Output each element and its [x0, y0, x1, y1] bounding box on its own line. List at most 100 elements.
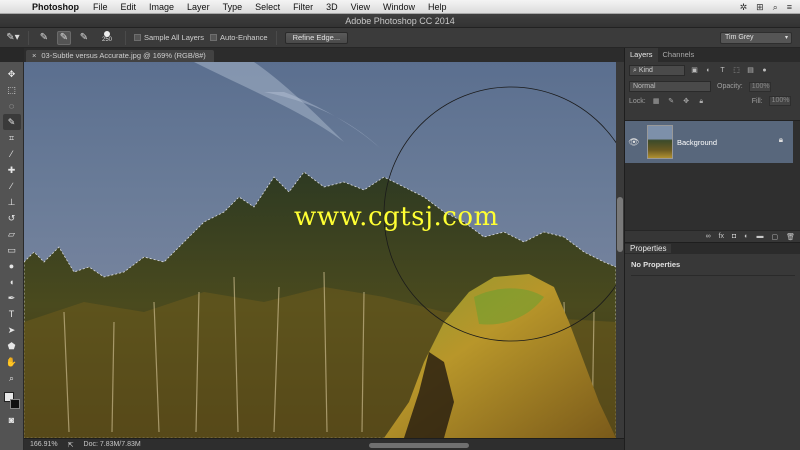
history-brush-tool-icon[interactable]: ↺: [3, 210, 21, 226]
shape-tool-icon[interactable]: ⬟: [3, 338, 21, 354]
eye-icon[interactable]: 👁︎: [625, 137, 643, 148]
menu-filter[interactable]: Filter: [293, 2, 313, 12]
marquee-tool-icon[interactable]: ⬚: [3, 82, 21, 98]
options-bar: ✎▾ ✎ ✎ ✎ 250 Sample All Layers Auto-Enha…: [0, 28, 800, 48]
menu-edit[interactable]: Edit: [121, 2, 137, 12]
menu-type[interactable]: Type: [223, 2, 243, 12]
right-panel-dock: Layers Channels ⌕ Kind ▣ ◐ T ⬚ ▤ ● Norma…: [624, 48, 800, 450]
path-selection-tool-icon[interactable]: ➤: [3, 322, 21, 338]
new-selection-icon[interactable]: ✎: [37, 31, 51, 45]
trash-icon[interactable]: 🗑︎: [786, 233, 795, 241]
doc-size[interactable]: Doc: 7.83M/7.83M: [84, 441, 141, 448]
menu-layer[interactable]: Layer: [187, 2, 210, 12]
window-title-bar: Adobe Photoshop CC 2014: [0, 14, 800, 28]
auto-enhance-checkbox[interactable]: Auto-Enhance: [210, 33, 268, 42]
fx-icon[interactable]: fx: [719, 233, 724, 240]
menu-status-area: ✲ ⊞ ⌕ ≡: [740, 0, 792, 14]
tab-properties[interactable]: Properties: [625, 244, 672, 253]
background-color-swatch[interactable]: [9, 399, 20, 409]
horizontal-scrollbar-thumb[interactable]: [369, 443, 469, 448]
lasso-tool-icon[interactable]: ◌: [3, 98, 21, 114]
quick-mask-icon[interactable]: ◙: [3, 412, 21, 428]
layers-panel-footer: ∞ fx ◘ ◐ ▬ ▢ 🗑︎: [625, 230, 800, 242]
menu-app-name[interactable]: Photoshop: [32, 2, 79, 12]
subtract-from-selection-icon[interactable]: ✎: [77, 31, 91, 45]
refine-edge-button[interactable]: Refine Edge...: [284, 31, 349, 44]
tab-layers[interactable]: Layers: [625, 48, 658, 62]
pen-tool-icon[interactable]: ✒: [3, 290, 21, 306]
shape-filter-icon[interactable]: ⬚: [732, 66, 741, 75]
menu-view[interactable]: View: [351, 2, 370, 12]
close-icon[interactable]: ×: [32, 50, 36, 62]
blend-row: Normal Opacity: 100%: [625, 79, 800, 94]
menu-file[interactable]: File: [93, 2, 108, 12]
mask-icon[interactable]: ◘: [732, 233, 736, 240]
type-filter-icon[interactable]: T: [718, 66, 727, 75]
share-icon[interactable]: ⇱: [68, 441, 74, 449]
move-tool-icon[interactable]: ✥: [3, 66, 21, 82]
add-to-selection-icon[interactable]: ✎: [57, 30, 71, 45]
zoom-tool-icon[interactable]: ⌕: [3, 370, 21, 386]
lock-transparent-icon[interactable]: ▦: [652, 97, 661, 106]
filter-toggle-icon[interactable]: ●: [760, 66, 769, 75]
menu-select[interactable]: Select: [255, 2, 280, 12]
brush-tool-icon[interactable]: ∕: [3, 178, 21, 194]
color-swatches[interactable]: [2, 390, 22, 412]
layer-kind-select[interactable]: ⌕ Kind: [629, 65, 685, 76]
photoshop-window: Photoshop File Edit Image Layer Type Sel…: [0, 0, 800, 450]
layer-row-background[interactable]: 👁︎ Background 🔒︎: [625, 121, 793, 163]
vertical-scrollbar[interactable]: [616, 62, 624, 438]
new-layer-icon[interactable]: ▢: [771, 233, 778, 241]
menu-help[interactable]: Help: [428, 2, 447, 12]
layer-filter-row: ⌕ Kind ▣ ◐ T ⬚ ▤ ●: [625, 62, 800, 79]
blur-tool-icon[interactable]: ●: [3, 258, 21, 274]
adjustment-filter-icon[interactable]: ◐: [704, 66, 713, 75]
link-icon[interactable]: ∞: [706, 233, 711, 240]
healing-brush-tool-icon[interactable]: ✚: [3, 162, 21, 178]
crop-tool-icon[interactable]: ⌗: [3, 130, 21, 146]
menu-image[interactable]: Image: [149, 2, 174, 12]
folder-icon[interactable]: ▬: [756, 233, 763, 240]
toolbox: ✥ ⬚ ◌ ✎ ⌗ ⁄ ✚ ∕ ⊥ ↺ ▱ ▭ ● ◖ ✒ T ➤ ⬟ ✋ ⌕ …: [0, 62, 24, 450]
lock-image-icon[interactable]: ✎: [667, 97, 676, 106]
vertical-scrollbar-thumb[interactable]: [617, 197, 623, 252]
eyedropper-tool-icon[interactable]: ⁄: [3, 146, 21, 162]
dodge-tool-icon[interactable]: ◖: [3, 274, 21, 290]
checkbox-box[interactable]: [134, 34, 141, 41]
menu-3d[interactable]: 3D: [326, 2, 338, 12]
search-icon[interactable]: ⌕: [773, 2, 778, 13]
fill-field[interactable]: 100%: [768, 96, 791, 106]
brush-size-picker[interactable]: 250: [97, 30, 117, 46]
layer-kind-value: Kind: [638, 67, 653, 74]
smart-object-filter-icon[interactable]: ▤: [746, 66, 755, 75]
adjustment-layer-icon[interactable]: ◐: [744, 233, 748, 240]
list-icon[interactable]: ≡: [787, 2, 792, 12]
sample-all-layers-label: Sample All Layers: [144, 33, 205, 42]
checkbox-box[interactable]: [210, 34, 218, 41]
document-canvas[interactable]: www.cgtsj.com: [24, 62, 616, 438]
document-tab[interactable]: × 03-Subtle versus Accurate.jpg @ 169% (…: [26, 50, 214, 62]
document-tab-bar: × 03-Subtle versus Accurate.jpg @ 169% (…: [24, 48, 624, 62]
blend-mode-select[interactable]: Normal: [629, 81, 711, 92]
layers-list: 👁︎ Background 🔒︎: [625, 120, 800, 230]
properties-panel-header: Properties: [625, 242, 800, 254]
zoom-level[interactable]: 166.91%: [30, 441, 58, 448]
workspace-select[interactable]: Tim Grey ▾: [720, 32, 792, 44]
quick-selection-tool-icon[interactable]: ✎: [2, 114, 21, 130]
tab-channels[interactable]: Channels: [658, 48, 700, 62]
type-tool-icon[interactable]: T: [3, 306, 21, 322]
pixel-filter-icon[interactable]: ▣: [690, 66, 699, 75]
sample-all-layers-checkbox[interactable]: Sample All Layers: [134, 33, 204, 42]
opacity-field[interactable]: 100%: [748, 81, 771, 92]
lock-position-icon[interactable]: ✥: [682, 97, 691, 106]
menu-window[interactable]: Window: [383, 2, 415, 12]
eraser-tool-icon[interactable]: ▱: [3, 226, 21, 242]
quick-selection-preset-icon[interactable]: ✎▾: [6, 31, 20, 45]
hand-tool-icon[interactable]: ✋: [3, 354, 21, 370]
gradient-tool-icon[interactable]: ▭: [3, 242, 21, 258]
clone-stamp-tool-icon[interactable]: ⊥: [3, 194, 21, 210]
grid-icon[interactable]: ⊞: [756, 2, 764, 13]
gear-icon[interactable]: ✲: [740, 2, 748, 13]
canvas-image: [24, 62, 616, 438]
lock-all-icon[interactable]: 🔒︎: [697, 97, 706, 106]
